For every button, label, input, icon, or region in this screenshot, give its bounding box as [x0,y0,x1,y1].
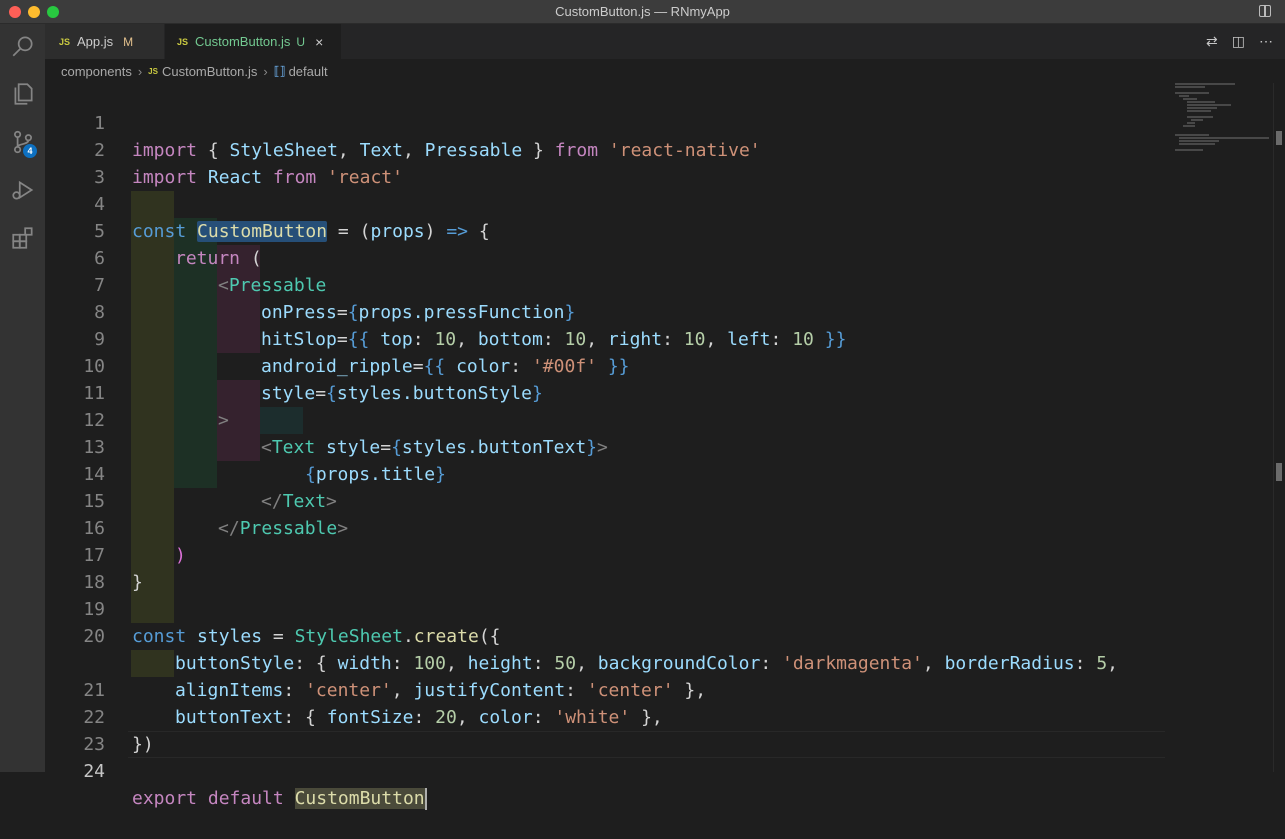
token: default [207,788,284,809]
minimap-line [1183,125,1195,127]
chevron-right-icon: › [137,63,143,79]
minimap-line [1179,95,1189,97]
minimap-line [1187,122,1195,124]
open-changes-icon[interactable]: ⇄ [1206,33,1218,50]
minimap-line [1179,140,1219,142]
minimap-line [1187,101,1215,103]
code-line: 12 <Text style={styles.buttonText}> [45,380,1165,458]
code-line: 13 {props.title} [45,407,1165,485]
code-line: 23 [45,704,1165,755]
minimap-line [1175,92,1209,94]
code-line: 4 const CustomButton = (props) => { [45,164,1165,242]
code-line: 11 > [45,353,1165,431]
tab-custombutton-js[interactable]: JS CustomButton.js U × [165,24,341,59]
minimap-line [1175,134,1209,136]
minimap-line [1187,104,1231,106]
window-title: CustomButton.js — RNmyApp [555,4,730,19]
minimap-line [1187,107,1217,109]
code-line: 18 [45,542,1165,593]
code-line: 2 import React from 'react' [45,110,1165,188]
code-line: 10 style={styles.buttonStyle} [45,326,1165,404]
split-editor-icon[interactable]: ◫ [1232,33,1245,50]
minimap-line [1179,143,1215,145]
modified-indicator: M [123,34,134,49]
js-file-icon: JS [148,66,158,76]
symbol-variable-icon: ⟦⟧ [273,64,286,78]
code-line: 21 buttonText: { fontSize: 20, color: 'w… [45,650,1165,728]
token: export [132,788,198,809]
breadcrumb-folder[interactable]: components [61,64,132,79]
minimap-line [1187,116,1213,118]
close-tab-icon[interactable]: × [315,34,323,50]
chevron-right-icon: › [263,63,268,79]
js-file-icon: JS [177,36,189,47]
untracked-indicator: U [296,34,306,49]
more-actions-icon[interactable]: ⋯ [1259,33,1273,50]
explorer-icon[interactable] [0,72,45,116]
code-editor[interactable]: 1 import { StyleSheet, Text, Pressable }… [45,83,1165,810]
tab-app-js[interactable]: JS App.js M [45,24,165,59]
minimap-line [1175,86,1205,88]
scroll-marker [1276,463,1282,481]
tab-bar: JS App.js M JS CustomButton.js U × ⇄ ◫ ⋯ [45,24,1285,59]
code-line-active: 24 export default CustomButton [45,731,1165,810]
source-control-icon[interactable]: 4 [0,120,45,164]
code-line: 14 </Text> [45,434,1165,512]
activity-bar: 4 [0,24,45,772]
editor-actions: ⇄ ◫ ⋯ [1206,24,1285,59]
breadcrumb-symbol[interactable]: default [289,64,328,79]
js-file-icon: JS [59,36,71,47]
source-control-badge: 4 [23,144,37,158]
search-icon[interactable] [0,24,45,68]
code-line: 7 onPress={props.pressFunction} [45,245,1165,323]
tab-label: CustomButton.js [195,34,291,49]
code-line: 20 buttonStyle: { width: 100, height: 50… [45,596,1165,674]
code-line: 15 </Pressable> [45,461,1165,539]
tab-label: App.js [77,34,114,49]
token-highlighted: CustomButton [294,788,425,809]
minimap-line [1187,110,1211,112]
minimap[interactable] [1173,83,1273,163]
text-cursor [424,788,427,810]
minimap-line [1175,149,1203,151]
breadcrumb-file[interactable]: CustomButton.js [162,64,257,79]
code-line-wrapped: alignItems: 'center', justifyContent: 'c… [45,623,1165,701]
run-debug-icon[interactable] [0,168,45,212]
code-line: 17 } [45,515,1165,593]
minimap-line [1183,98,1197,100]
layout-toggle-icon[interactable] [1259,5,1271,17]
breadcrumb: components › JS CustomButton.js › ⟦⟧ def… [45,59,1285,83]
minimap-line [1191,119,1203,121]
code-line: 6 <Pressable [45,218,1165,296]
code-line: 16 ) [45,488,1165,566]
code-line: 9 android_ripple={{ color: '#00f' }} [45,299,1165,377]
scroll-marker [1276,131,1282,145]
code-line: 5 return ( [45,191,1165,269]
code-line: 8 hitSlop={{ top: 10, bottom: 10, right:… [45,272,1165,350]
vertical-scrollbar[interactable] [1273,83,1285,772]
code-line: 1 import { StyleSheet, Text, Pressable }… [45,83,1165,161]
code-line: 22 }) [45,677,1165,755]
extensions-icon[interactable] [0,216,45,260]
minimap-line [1179,137,1269,139]
title-bar: CustomButton.js — RNmyApp [0,0,1285,24]
minimap-line [1175,83,1235,85]
code-line: 19 const styles = StyleSheet.create({ [45,569,1165,647]
code-line: 3 [45,137,1165,188]
